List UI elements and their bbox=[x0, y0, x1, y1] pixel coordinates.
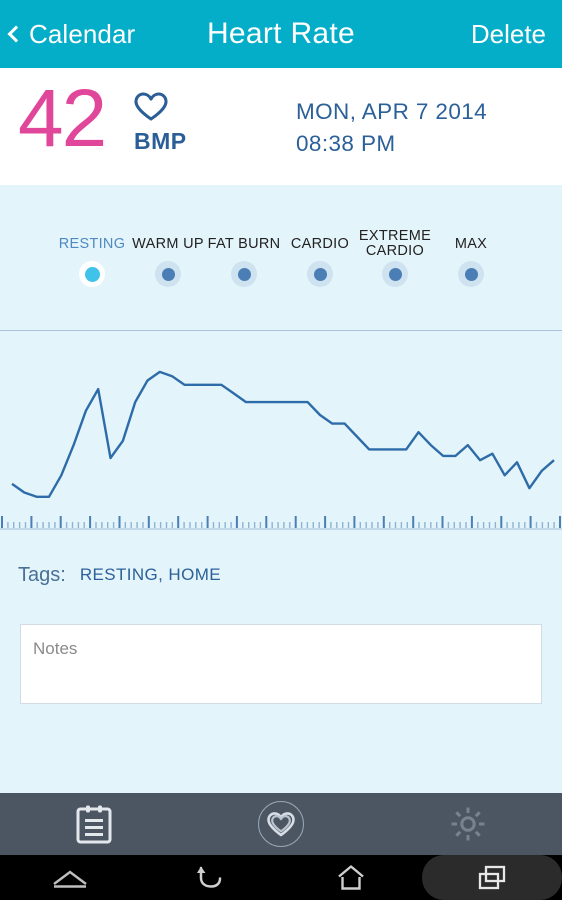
zone-dot-4[interactable] bbox=[382, 261, 408, 287]
reading-summary-card: 42 BMP MON, APR 7 2014 08:38 PM bbox=[0, 68, 562, 185]
zone-dot-core bbox=[388, 267, 402, 281]
zone-label-5: MAX bbox=[454, 236, 488, 252]
back-to-calendar-button[interactable]: Calendar bbox=[7, 18, 136, 50]
expand-up-icon bbox=[53, 870, 87, 888]
heart-rate-unit-group: BMP bbox=[134, 92, 187, 155]
delete-button[interactable]: Delete bbox=[471, 19, 546, 50]
recents-icon bbox=[478, 865, 505, 889]
notes-input[interactable] bbox=[20, 624, 542, 704]
zone-dot-3[interactable] bbox=[307, 261, 333, 287]
heart-rate-line-plot bbox=[0, 370, 562, 530]
zone-label-3: CARDIO bbox=[290, 236, 350, 252]
tags-label: Tags: bbox=[18, 563, 66, 586]
zone-dot-core bbox=[313, 267, 327, 281]
zone-label-0: RESTING bbox=[58, 236, 126, 252]
zone-dot-core bbox=[464, 267, 478, 281]
heart-rate-unit-label: BMP bbox=[134, 128, 187, 154]
tab-heart-rate[interactable] bbox=[187, 793, 374, 855]
heart-rate-zone-scale: RESTING WARM UP FAT BURN CARDIO EXTREME CARDI… bbox=[0, 185, 562, 461]
zone-dot-2[interactable] bbox=[231, 261, 257, 287]
reading-datetime: MON, APR 7 2014 08:38 PM bbox=[296, 96, 487, 160]
nav-home-button[interactable] bbox=[281, 855, 422, 900]
heart-rate-value: 42 bbox=[18, 73, 107, 164]
app-root: Calendar Heart Rate Delete 42 BMP MON, A… bbox=[0, 0, 562, 900]
clipboard-icon bbox=[76, 805, 112, 844]
nav-back-button[interactable] bbox=[141, 855, 282, 900]
bottom-tab-bar bbox=[0, 793, 562, 855]
tab-settings[interactable] bbox=[375, 793, 562, 855]
home-icon bbox=[338, 864, 365, 890]
zone-dot-core bbox=[237, 267, 251, 281]
zone-dot-1[interactable] bbox=[155, 261, 181, 287]
zone-label-1: WARM UP bbox=[132, 236, 204, 252]
notes-section bbox=[0, 607, 562, 793]
tab-journal[interactable] bbox=[0, 793, 187, 855]
heart-outline-icon bbox=[134, 92, 168, 121]
chart-line bbox=[11, 370, 555, 498]
reading-time: 08:38 PM bbox=[296, 131, 396, 156]
tags-value: RESTING, HOME bbox=[79, 565, 222, 584]
top-navigation-bar: Calendar Heart Rate Delete bbox=[0, 0, 562, 68]
zone-label-4: EXTREME CARDIO bbox=[358, 228, 432, 259]
zone-label-2: FAT BURN bbox=[207, 236, 281, 252]
reading-date: MON, APR 7 2014 bbox=[296, 99, 488, 124]
zone-dot-core bbox=[84, 266, 100, 282]
tags-row[interactable]: Tags: RESTING, HOME bbox=[0, 543, 562, 607]
chevron-left-icon bbox=[7, 25, 25, 42]
android-navigation-bar bbox=[0, 855, 562, 900]
back-icon bbox=[196, 866, 221, 888]
zone-dot-5[interactable] bbox=[458, 261, 484, 287]
heart-rate-chart bbox=[0, 331, 562, 543]
back-button-label: Calendar bbox=[29, 18, 136, 49]
gear-icon bbox=[451, 807, 485, 841]
zone-dot-0[interactable] bbox=[79, 261, 105, 287]
chart-axis-ticks bbox=[0, 516, 562, 530]
tab-heart-rate-ring bbox=[257, 801, 304, 847]
nav-expand-button[interactable] bbox=[0, 855, 141, 900]
heart-icon bbox=[267, 811, 295, 836]
nav-recents-button[interactable] bbox=[421, 855, 562, 900]
zone-dot-core bbox=[161, 267, 175, 281]
